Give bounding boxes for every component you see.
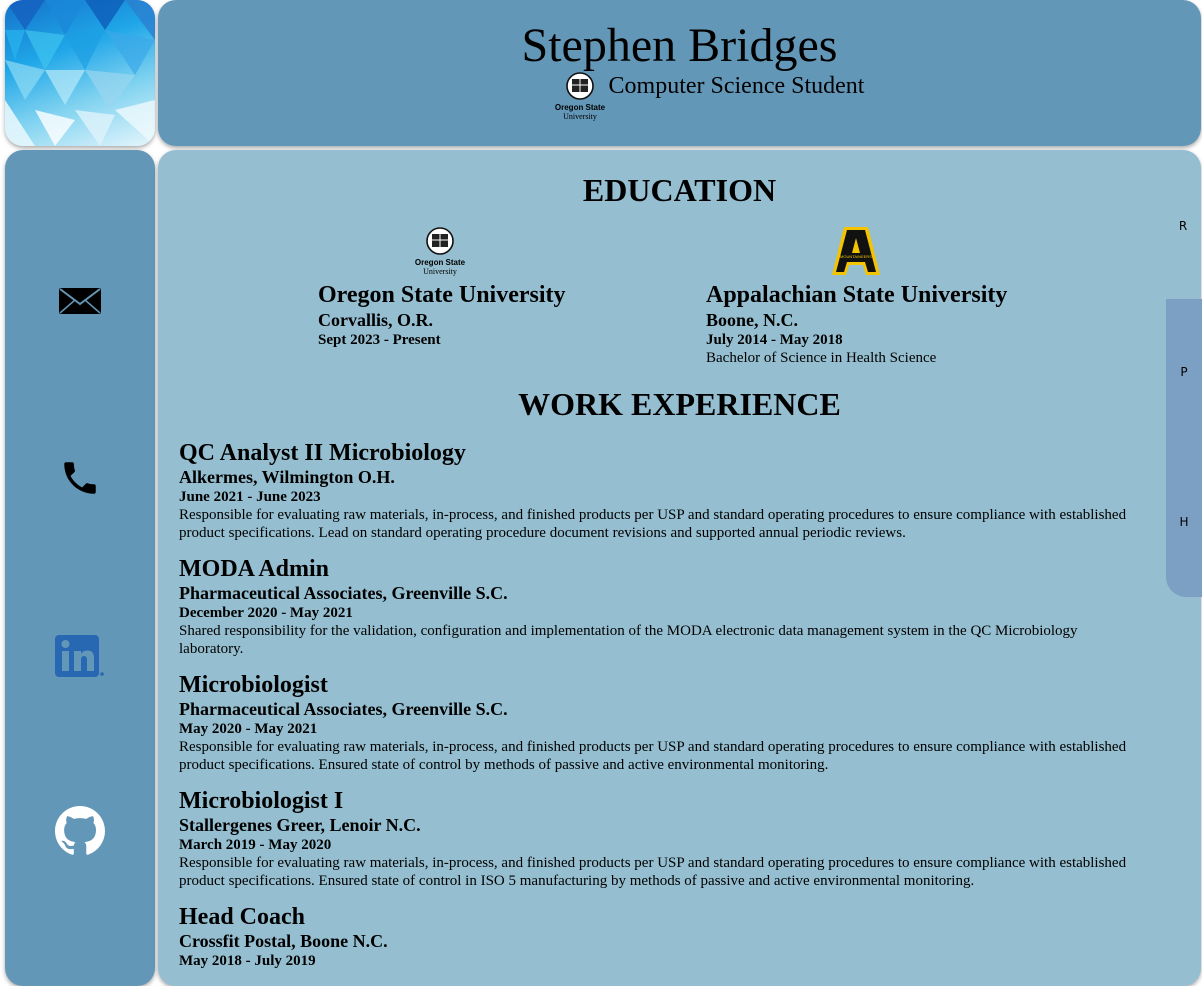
job-title: Head Coach: [179, 904, 305, 930]
contact-sidebar: [5, 150, 155, 986]
logo-text-2: University: [423, 267, 457, 276]
job-dates: June 2021 - June 2023: [179, 489, 321, 505]
school-dates: July 2014 - May 2018: [706, 332, 843, 348]
page-header: Stephen Bridges Oregon State University …: [158, 0, 1201, 146]
mail-icon: [59, 288, 101, 314]
job-entry: QC Analyst II Microbiology Alkermes, Wil…: [179, 440, 1141, 542]
education-heading: EDUCATION: [582, 172, 777, 208]
job-entry: Microbiologist Pharmaceutical Associates…: [179, 672, 1141, 774]
page-title: Stephen Bridges: [521, 19, 838, 72]
linkedin-link[interactable]: [55, 630, 105, 680]
school-entry-app-state: MOUNTAINEERS Appalachian State Universit…: [706, 225, 1007, 367]
oregon-state-logo: Oregon State University: [555, 72, 605, 121]
school-dates: Sept 2023 - Present: [318, 332, 441, 348]
github-link[interactable]: [55, 806, 105, 856]
job-entry: Head Coach Crossfit Postal, Boone N.C. M…: [179, 904, 1141, 970]
job-description: Shared responsibility for the validation…: [179, 623, 1078, 657]
school-location: Corvallis, O.R.: [318, 310, 433, 330]
job-dates: December 2020 - May 2021: [179, 605, 353, 621]
phone-link[interactable]: [55, 453, 105, 503]
job-dates: May 2018 - July 2019: [179, 953, 316, 969]
job-org: Pharmaceutical Associates, Greenville S.…: [179, 699, 508, 719]
job-description: Responsible for evaluating raw materials…: [179, 739, 1127, 773]
school-degree: Bachelor of Science in Health Science: [706, 350, 937, 366]
github-icon: [55, 806, 105, 855]
school-name: Oregon State University: [318, 282, 566, 308]
job-entry: MODA Admin Pharmaceutical Associates, Gr…: [179, 556, 1141, 658]
logo-text-1: Oregon State: [415, 258, 466, 267]
linkedin-icon: [55, 635, 104, 677]
job-entry: Microbiologist I Stallergenes Greer, Len…: [179, 788, 1141, 890]
job-dates: May 2020 - May 2021: [179, 721, 318, 737]
job-org: Crossfit Postal, Boone N.C.: [179, 931, 388, 951]
side-tab-panel[interactable]: P H: [1166, 299, 1202, 597]
school-entry-osu: Oregon State University Oregon State Uni…: [318, 225, 566, 349]
school-name: Appalachian State University: [706, 282, 1008, 308]
job-org: Alkermes, Wilmington O.H.: [179, 467, 395, 487]
school-location: Boone, N.C.: [706, 310, 799, 330]
job-list: QC Analyst II Microbiology Alkermes, Wil…: [179, 440, 1141, 984]
side-tab-r[interactable]: R: [1165, 205, 1201, 247]
job-description: Responsible for evaluating raw materials…: [179, 507, 1127, 541]
phone-icon: [64, 462, 96, 494]
page-subtitle: Computer Science Student: [608, 73, 865, 99]
side-tab-h[interactable]: H: [1166, 515, 1202, 529]
subtitle-row: Oregon State University Computer Science…: [158, 70, 1201, 122]
appalachian-state-logo: MOUNTAINEERS: [832, 227, 880, 275]
job-title: MODA Admin: [179, 556, 330, 582]
job-description: Responsible for evaluating raw materials…: [179, 855, 1127, 889]
logo-text: MOUNTAINEERS: [840, 254, 872, 259]
work-experience-heading: WORK EXPERIENCE: [518, 386, 841, 422]
job-title: Microbiologist: [179, 672, 328, 698]
geometric-pattern-logo: [5, 0, 155, 146]
job-title: Microbiologist I: [179, 788, 344, 814]
oregon-state-logo: Oregon State University: [415, 227, 466, 276]
logo-text-2: University: [563, 112, 597, 121]
site-logo: [5, 0, 155, 146]
job-title: QC Analyst II Microbiology: [179, 440, 466, 466]
side-tab-p[interactable]: P: [1166, 365, 1202, 379]
job-dates: March 2019 - May 2020: [179, 837, 332, 853]
main-content: EDUCATION Oregon State University Oregon…: [158, 150, 1201, 986]
job-org: Pharmaceutical Associates, Greenville S.…: [179, 583, 508, 603]
logo-text-1: Oregon State: [555, 103, 605, 112]
email-link[interactable]: [55, 276, 105, 326]
job-org: Stallergenes Greer, Lenoir N.C.: [179, 815, 421, 835]
